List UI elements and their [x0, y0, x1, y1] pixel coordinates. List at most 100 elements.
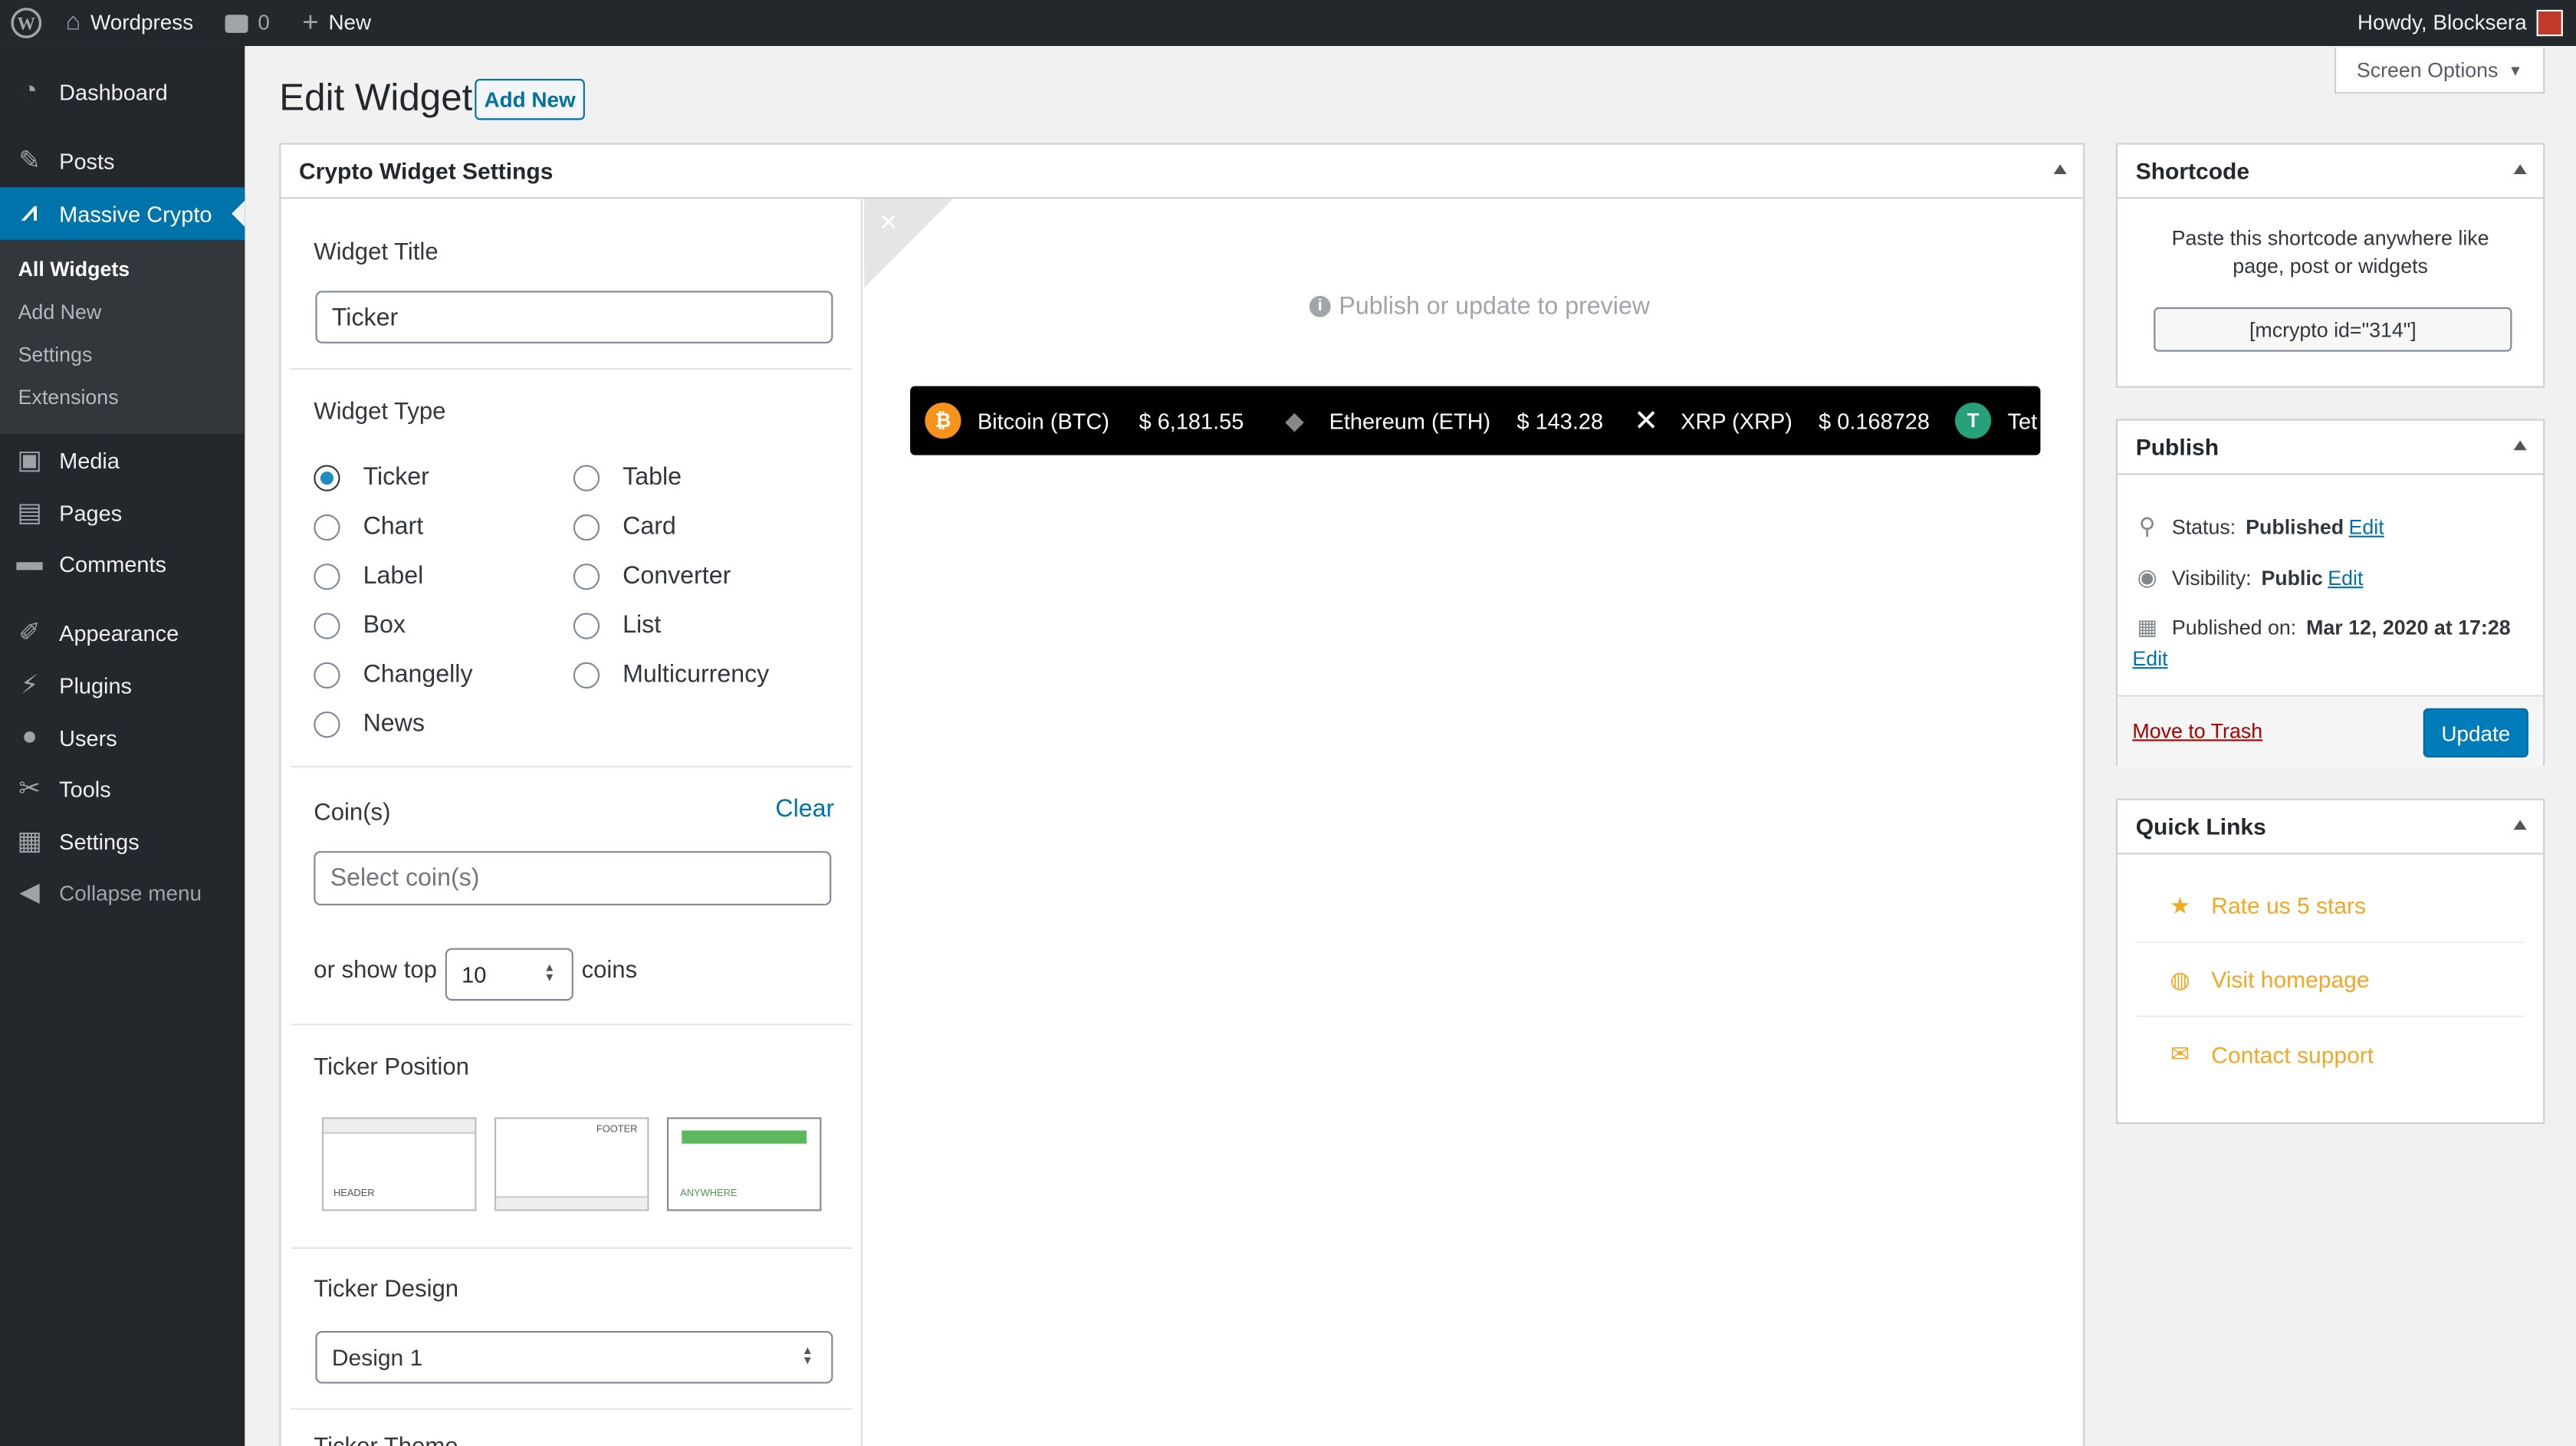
divider: [291, 765, 853, 767]
sidebar-item-massive-crypto[interactable]: ⩘ Massive Crypto: [0, 187, 245, 240]
collapse-toggle-icon[interactable]: [2513, 164, 2527, 175]
type-option-ticker[interactable]: Ticker: [314, 463, 429, 491]
radio-button[interactable]: [573, 612, 600, 639]
sidebar-item-label: Plugins: [59, 672, 133, 698]
collapse-menu-label: Collapse menu: [59, 879, 202, 905]
submenu-settings[interactable]: Settings: [18, 343, 93, 366]
xrp-icon: ✕: [1633, 403, 1659, 437]
tether-icon: T: [1955, 403, 1992, 439]
radio-button[interactable]: [314, 513, 340, 541]
close-icon[interactable]: ✕: [879, 209, 898, 236]
published-on-label: Published on:: [2171, 616, 2297, 639]
type-option-list[interactable]: List: [573, 611, 661, 639]
number-spinner-icon[interactable]: ▲ ▼: [544, 963, 555, 984]
move-to-trash-link[interactable]: Move to Trash: [2132, 720, 2262, 743]
widget-title-input[interactable]: Ticker: [315, 291, 833, 343]
quick-link-rate[interactable]: ★ Rate us 5 stars: [2135, 869, 2525, 944]
shortcode-field[interactable]: [mcrypto id="314"]: [2154, 307, 2512, 352]
howdy-label: Howdy, Blocksera: [2357, 9, 2527, 35]
massive-crypto-submenu: All Widgets Add New Settings Extensions: [0, 239, 245, 434]
type-option-table[interactable]: Table: [573, 463, 682, 491]
coins-select-input[interactable]: Select coin(s): [314, 851, 832, 905]
crypto-widget-settings-box: Crypto Widget Settings Widget Title Tick…: [279, 143, 2085, 1446]
sidebar-item-appearance[interactable]: ✐ Appearance: [0, 606, 245, 659]
envelope-icon: ✉: [2170, 1040, 2190, 1066]
quick-links-box-header[interactable]: Quick Links: [2118, 800, 2544, 855]
site-name-link[interactable]: ⌂ Wordpress: [66, 0, 193, 46]
type-option-box[interactable]: Box: [314, 611, 406, 639]
edit-status-link[interactable]: Edit: [2349, 515, 2384, 538]
position-option-anywhere[interactable]: ANYWHERE: [667, 1117, 822, 1211]
radio-button[interactable]: [573, 464, 600, 491]
sidebar-item-media[interactable]: ▣ Media: [0, 434, 245, 487]
widget-title-label: Widget Title: [314, 239, 439, 267]
sidebar-item-users[interactable]: ● Users: [0, 711, 245, 764]
collapse-toggle-icon[interactable]: [2513, 440, 2527, 451]
type-option-multicurrency[interactable]: Multicurrency: [573, 661, 769, 688]
type-option-news[interactable]: News: [314, 710, 425, 738]
sidebar-item-posts[interactable]: ✎ Posts: [0, 135, 245, 188]
bitcoin-icon: ₿: [925, 403, 961, 439]
type-option-label: Chart: [363, 512, 424, 541]
sidebar-item-label: Media: [59, 448, 120, 473]
edit-visibility-link[interactable]: Edit: [2328, 566, 2363, 589]
type-option-converter[interactable]: Converter: [573, 562, 731, 590]
sidebar-item-dashboard[interactable]: ◔ Dashboard: [0, 66, 245, 119]
publish-box-header[interactable]: Publish: [2118, 421, 2544, 475]
shortcode-value: [mcrypto id="314"]: [2249, 317, 2417, 341]
collapse-arrow-icon: ◀: [19, 879, 40, 908]
sidebar-item-tools[interactable]: ✂ Tools: [0, 762, 245, 815]
radio-button[interactable]: [314, 710, 340, 738]
star-icon: ★: [2170, 891, 2191, 918]
settings-box-header[interactable]: Crypto Widget Settings: [281, 145, 2084, 199]
collapse-menu-button[interactable]: ◀ Collapse menu: [0, 866, 245, 919]
submenu-all-widgets[interactable]: All Widgets: [18, 258, 130, 281]
type-option-changelly[interactable]: Changelly: [314, 661, 473, 688]
publish-visibility-row: ◉ Visibility: Public Edit: [2132, 564, 2364, 591]
coin-price: $ 0.168728: [1819, 408, 1930, 433]
screen-options-button[interactable]: Screen Options ▼: [2334, 48, 2545, 94]
show-top-number-input[interactable]: 10 ▲ ▼: [445, 948, 573, 1001]
ticker-theme-label: Ticker Theme: [314, 1434, 458, 1446]
update-button[interactable]: Update: [2423, 708, 2528, 758]
ticker-item-xrp: ✕ XRP (XRP) $ 0.168728: [1628, 386, 1930, 455]
radio-button[interactable]: [573, 563, 600, 590]
radio-button[interactable]: [314, 661, 340, 688]
info-icon: i: [1309, 295, 1331, 317]
quick-link-homepage[interactable]: ◍ Visit homepage: [2135, 943, 2525, 1017]
type-option-label[interactable]: Label: [314, 562, 423, 590]
clear-coins-link[interactable]: Clear: [775, 795, 834, 823]
submenu-extensions[interactable]: Extensions: [18, 386, 119, 409]
collapse-toggle-icon[interactable]: [2513, 820, 2527, 830]
position-option-footer[interactable]: FOOTER: [495, 1117, 649, 1211]
position-option-header[interactable]: HEADER: [322, 1117, 477, 1211]
comments-link[interactable]: 0: [225, 0, 270, 46]
add-new-button[interactable]: Add New: [475, 78, 585, 120]
radio-button[interactable]: [573, 513, 600, 541]
radio-button[interactable]: [573, 661, 600, 688]
radio-button[interactable]: [314, 612, 340, 639]
shortcode-box-header[interactable]: Shortcode: [2118, 145, 2544, 199]
sidebar-item-pages[interactable]: ▤ Pages: [0, 486, 245, 539]
svg-text:W: W: [18, 15, 36, 35]
published-on-value: Mar 12, 2020 at 17:28: [2306, 616, 2511, 639]
submenu-add-new[interactable]: Add New: [18, 301, 102, 324]
radio-button[interactable]: [314, 464, 340, 491]
edit-date-link[interactable]: Edit: [2132, 647, 2167, 670]
radio-button[interactable]: [314, 563, 340, 590]
account-menu[interactable]: Howdy, Blocksera: [2358, 0, 2563, 46]
sidebar-item-plugins[interactable]: ⚡ Plugins: [0, 659, 245, 711]
type-option-chart[interactable]: Chart: [314, 513, 423, 541]
widget-type-label: Widget Type: [314, 399, 446, 426]
sidebar-item-settings[interactable]: ▦ Settings: [0, 815, 245, 868]
quick-link-label: Rate us 5 stars: [2211, 892, 2367, 919]
sidebar-item-comments[interactable]: ▬ Comments: [0, 537, 245, 590]
new-content-link[interactable]: + New: [302, 0, 371, 46]
collapse-toggle-icon[interactable]: [2053, 164, 2067, 175]
visibility-value: Public: [2261, 566, 2323, 590]
wordpress-logo-icon[interactable]: W: [10, 0, 43, 46]
type-option-card[interactable]: Card: [573, 513, 676, 541]
widget-preview-area: ✕ i Publish or update to preview ₿ Bitco…: [864, 199, 2083, 1446]
ticker-design-select[interactable]: Design 1 ▲ ▼: [315, 1330, 833, 1384]
quick-link-support[interactable]: ✉ Contact support: [2136, 1017, 2525, 1091]
